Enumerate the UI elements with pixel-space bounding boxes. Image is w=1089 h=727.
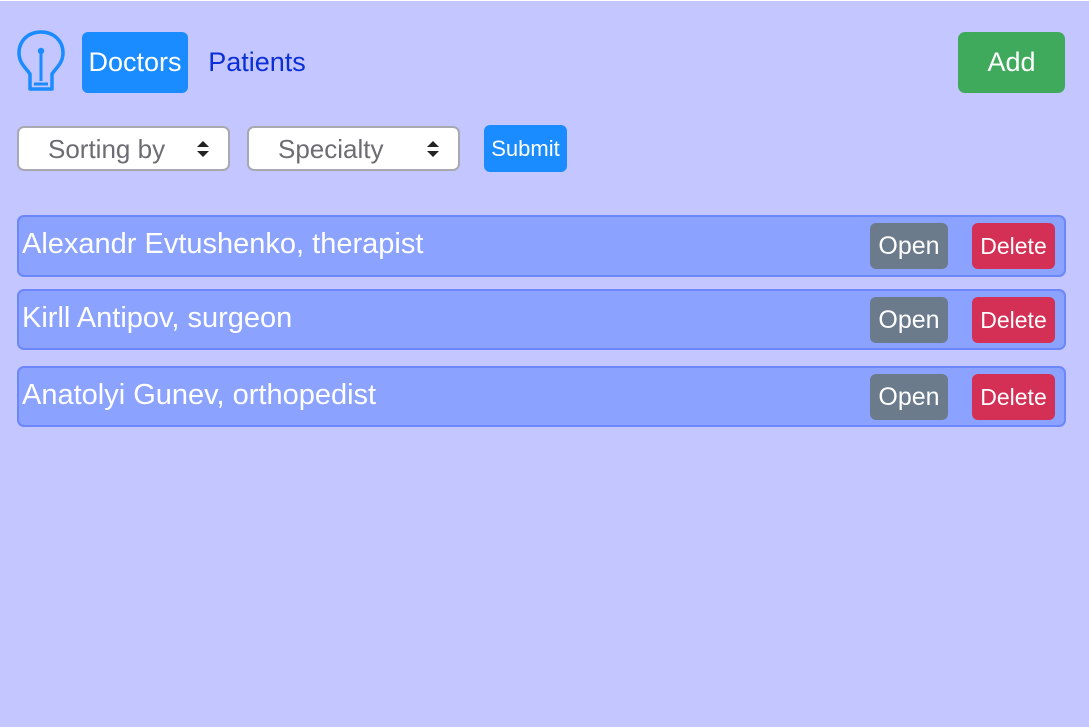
select-arrows-icon	[197, 140, 209, 157]
open-button[interactable]: Open	[870, 297, 948, 343]
doctor-row: Alexandr Evtushenko, therapist Open Dele…	[17, 215, 1066, 277]
sort-select[interactable]: Sorting by	[17, 126, 230, 171]
open-button[interactable]: Open	[870, 223, 948, 269]
select-arrows-icon	[427, 140, 439, 157]
open-button[interactable]: Open	[870, 374, 948, 420]
specialty-select[interactable]: Specialty	[247, 126, 460, 171]
submit-button[interactable]: Submit	[484, 125, 567, 172]
doctor-row: Kirll Antipov, surgeon Open Delete	[17, 289, 1066, 350]
nav-doctors-tab[interactable]: Doctors	[82, 32, 188, 93]
sort-select-value: Sorting by	[48, 133, 166, 164]
doctor-name: Anatolyi Gunev, orthopedist	[22, 379, 377, 411]
delete-button[interactable]: Delete	[972, 374, 1055, 420]
add-button[interactable]: Add	[958, 32, 1065, 93]
doctor-name: Alexandr Evtushenko, therapist	[22, 228, 424, 260]
nav-patients-link[interactable]: Patients	[196, 32, 318, 93]
delete-button[interactable]: Delete	[972, 223, 1055, 269]
delete-button[interactable]: Delete	[972, 297, 1055, 343]
doctor-name: Kirll Antipov, surgeon	[22, 302, 293, 334]
doctor-row: Anatolyi Gunev, orthopedist Open Delete	[17, 366, 1066, 427]
doctors-list: Alexandr Evtushenko, therapist Open Dele…	[17, 215, 1066, 427]
specialty-select-value: Specialty	[278, 133, 384, 164]
lightbulb-icon[interactable]	[16, 29, 66, 93]
